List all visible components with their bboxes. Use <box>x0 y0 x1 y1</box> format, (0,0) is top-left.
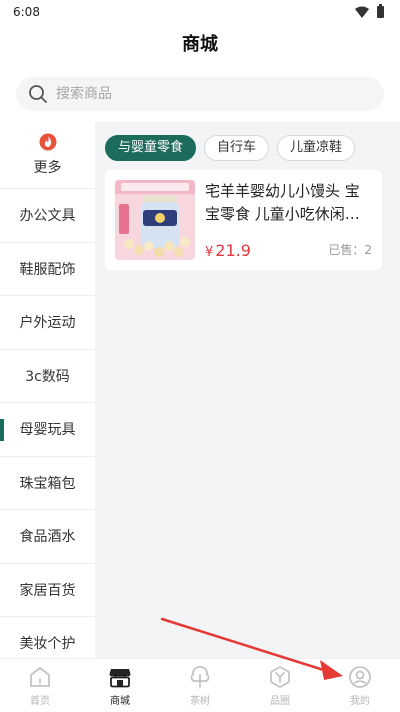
sidebar-item-label: 办公文具 <box>19 208 76 225</box>
tabbar-label: 首页 <box>30 696 50 707</box>
price-value: 21.9 <box>215 241 251 260</box>
tabbar-home[interactable]: 首页 <box>0 659 80 712</box>
search-icon <box>29 85 47 103</box>
tabbar-label: 商城 <box>110 696 130 707</box>
price-currency: ¥ <box>205 245 214 260</box>
subcategory-tabs: 与婴童零食 自行车 儿童凉鞋 <box>105 135 356 161</box>
sidebar-item-jewelry[interactable]: 珠宝箱包 <box>0 456 95 510</box>
status-bar: 6:08 <box>0 0 400 24</box>
sidebar-item-label: 母婴玩具 <box>19 422 76 439</box>
tree-icon <box>190 666 210 688</box>
product-sold-count: 已售：2 <box>328 243 372 257</box>
product-image <box>115 180 195 260</box>
sidebar-item-digital[interactable]: 3c数码 <box>0 349 95 403</box>
subtab-kids-sandals[interactable]: 儿童凉鞋 <box>277 135 356 161</box>
sidebar-item-more[interactable]: 更多 <box>0 122 95 189</box>
search-bar[interactable] <box>16 77 384 111</box>
wifi-icon <box>355 6 369 18</box>
bottom-tabbar: 首页 商城 茶树 品圈 我的 <box>0 658 400 712</box>
sidebar-item-office[interactable]: 办公文具 <box>0 189 95 243</box>
circle-icon <box>270 666 290 688</box>
status-time: 6:08 <box>13 5 40 19</box>
home-icon <box>30 667 50 687</box>
page-title: 商城 <box>182 34 218 55</box>
subtab-bicycle[interactable]: 自行车 <box>204 135 270 161</box>
sidebar-item-beauty[interactable]: 美妆个护 <box>0 617 95 658</box>
sidebar-item-label: 3c数码 <box>25 368 70 385</box>
sidebar-item-label: 美妆个护 <box>19 636 76 653</box>
sidebar-item-label: 珠宝箱包 <box>19 475 76 492</box>
sidebar-item-label: 户外运动 <box>19 315 76 332</box>
sidebar-item-home[interactable]: 家居百货 <box>0 563 95 617</box>
sidebar-item-baby-toys[interactable]: 母婴玩具 <box>0 403 95 457</box>
tabbar-label: 我的 <box>350 696 370 707</box>
sidebar-item-label: 鞋服配饰 <box>19 261 76 278</box>
subtab-baby-snacks[interactable]: 与婴童零食 <box>105 135 197 161</box>
profile-icon <box>349 666 371 688</box>
category-sidebar: 更多 办公文具 鞋服配饰 户外运动 3c数码 母婴玩具 珠宝箱包 食品酒水 家居… <box>0 122 95 658</box>
product-card[interactable]: 宅羊羊婴幼儿小馒头 宝宝零食 儿童小吃休闲… ¥21.9 已售：2 <box>105 170 382 270</box>
sidebar-item-food[interactable]: 食品酒水 <box>0 510 95 564</box>
tabbar-label: 茶树 <box>190 696 210 707</box>
status-icons <box>355 4 384 18</box>
sidebar-item-apparel[interactable]: 鞋服配饰 <box>0 242 95 296</box>
sidebar-item-outdoor[interactable]: 户外运动 <box>0 296 95 350</box>
sidebar-item-label: 家居百货 <box>19 582 76 599</box>
shop-icon <box>109 669 131 688</box>
tabbar-shop[interactable]: 商城 <box>80 659 160 712</box>
product-price: ¥21.9 <box>205 241 251 260</box>
tabbar-circle[interactable]: 品圈 <box>240 659 320 712</box>
sidebar-item-label: 更多 <box>33 160 62 176</box>
product-content: 与婴童零食 自行车 儿童凉鞋 宅羊羊婴幼儿小馒头 宝宝零食 儿童小吃休闲… ¥ … <box>95 122 400 658</box>
fire-icon <box>39 133 56 151</box>
product-title: 宅羊羊婴幼儿小馒头 宝宝零食 儿童小吃休闲… <box>205 182 360 223</box>
tabbar-label: 品圈 <box>270 696 290 707</box>
tabbar-tea-tree[interactable]: 茶树 <box>160 659 240 712</box>
sidebar-item-label: 食品酒水 <box>19 529 76 546</box>
tabbar-profile[interactable]: 我的 <box>320 659 400 712</box>
battery-icon <box>377 4 384 18</box>
product-info: 宅羊羊婴幼儿小馒头 宝宝零食 儿童小吃休闲… ¥21.9 已售：2 <box>195 180 372 260</box>
search-input[interactable] <box>56 86 336 102</box>
